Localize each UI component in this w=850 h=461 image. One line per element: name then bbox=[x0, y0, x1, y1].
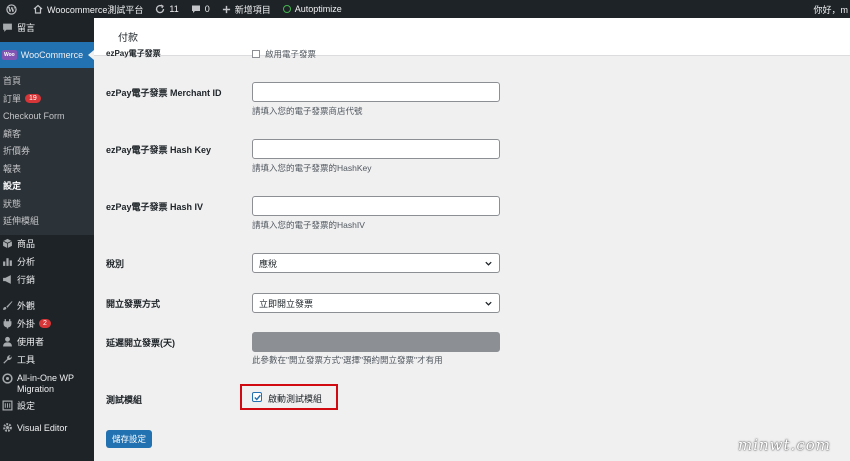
sidebar-item-appearance[interactable]: 外觀 bbox=[0, 297, 94, 315]
submenu-item-checkout-form[interactable]: Checkout Form bbox=[0, 107, 94, 125]
delay-days-input bbox=[252, 332, 500, 352]
box-icon bbox=[2, 238, 13, 249]
hash-key-label: ezPay電子發票 Hash Key bbox=[106, 145, 212, 155]
wordpress-logo-button[interactable]: W bbox=[0, 0, 27, 18]
settings-sliders-icon bbox=[2, 400, 13, 411]
submenu-item-status[interactable]: 狀態 bbox=[0, 195, 94, 213]
hash-key-input[interactable] bbox=[252, 139, 500, 159]
comments-count: 0 bbox=[204, 4, 210, 14]
settings-header: 付款 bbox=[94, 18, 850, 56]
user-greeting[interactable]: 你好，m bbox=[808, 0, 850, 18]
sidebar-item-users[interactable]: 使用者 bbox=[0, 333, 94, 351]
submenu-item-orders[interactable]: 訂單 19 bbox=[0, 90, 94, 108]
test-mode-label: 測試模組 bbox=[106, 395, 143, 405]
test-mode-checkbox[interactable] bbox=[252, 392, 262, 402]
delay-days-description: 此參數在"開立發票方式"選擇"預約開立發票"才有用 bbox=[252, 355, 443, 365]
site-name: Woocommerce測試平台 bbox=[47, 4, 144, 15]
autoptimize-label: Autoptimize bbox=[294, 4, 342, 14]
watermark: minwt.com bbox=[738, 436, 831, 454]
plus-icon bbox=[222, 5, 230, 13]
paintbrush-icon bbox=[3, 301, 13, 310]
autoptimize-link[interactable]: Autoptimize bbox=[277, 0, 348, 18]
issue-method-select[interactable]: 立即開立發票 bbox=[252, 293, 500, 313]
comments-link[interactable]: 0 bbox=[185, 0, 216, 18]
submenu-item-coupons[interactable]: 折價券 bbox=[0, 142, 94, 160]
wordpress-icon: W bbox=[6, 3, 17, 15]
sidebar-item-marketing[interactable]: 行銷 bbox=[0, 271, 94, 289]
status-circle-icon bbox=[282, 5, 291, 13]
sidebar-item-all-in-one-migration[interactable]: All-in-One WP Migration bbox=[0, 369, 94, 397]
submenu-item-extensions[interactable]: 延伸模組 bbox=[0, 212, 94, 230]
sidebar-item-settings[interactable]: 設定 bbox=[0, 397, 94, 415]
merchant-id-label: ezPay電子發票 Merchant ID bbox=[106, 88, 222, 98]
hash-iv-label: ezPay電子發票 Hash IV bbox=[106, 202, 204, 212]
svg-text:W: W bbox=[7, 5, 16, 13]
checkmark-icon bbox=[254, 394, 261, 401]
hash-iv-input[interactable] bbox=[252, 196, 500, 216]
tax-type-label: 稅別 bbox=[106, 259, 125, 269]
comment-icon bbox=[3, 23, 12, 32]
migration-icon bbox=[2, 372, 13, 384]
megaphone-icon bbox=[3, 275, 11, 284]
enable-invoice-checkbox[interactable] bbox=[252, 50, 260, 58]
orders-count-badge: 19 bbox=[25, 93, 41, 103]
merchant-id-description: 請填入您的電子發票商店代號 bbox=[252, 106, 363, 116]
chevron-down-icon bbox=[485, 301, 492, 306]
submenu-item-customers[interactable]: 顧客 bbox=[0, 125, 94, 143]
plug-icon bbox=[3, 319, 12, 329]
admin-bar: W Woocommerce測試平台 11 0 新增項目 Autoptimize … bbox=[0, 0, 850, 18]
tab-payments[interactable]: 付款 bbox=[118, 29, 138, 44]
save-settings-button[interactable]: 儲存設定 bbox=[106, 430, 152, 448]
user-icon bbox=[3, 336, 12, 347]
submenu-item-home[interactable]: 首頁 bbox=[0, 72, 94, 90]
sidebar-item-products[interactable]: 商品 bbox=[0, 235, 94, 253]
partial-row-checkbox[interactable]: 啟用電子發票 bbox=[252, 48, 316, 60]
site-name-link[interactable]: Woocommerce測試平台 bbox=[27, 0, 149, 18]
bar-chart-icon bbox=[3, 258, 12, 266]
chevron-down-icon bbox=[485, 261, 492, 266]
greeting-text: 你好，m bbox=[813, 4, 849, 15]
submenu-item-reports[interactable]: 報表 bbox=[0, 160, 94, 178]
woocommerce-submenu: 首頁 訂單 19 Checkout Form 顧客 折價券 報表 設定 狀態 延伸… bbox=[0, 68, 94, 235]
gear-icon bbox=[3, 423, 12, 432]
tax-type-select[interactable]: 應稅 bbox=[252, 253, 500, 273]
wrench-icon bbox=[3, 355, 12, 364]
updates-count: 11 bbox=[169, 4, 179, 14]
sidebar-item-tools[interactable]: 工具 bbox=[0, 351, 94, 369]
issue-method-label: 開立發票方式 bbox=[106, 299, 161, 309]
updates-link[interactable]: 11 bbox=[149, 0, 184, 18]
sidebar-item-comments[interactable]: 留言 bbox=[0, 18, 94, 36]
sidebar-item-plugins[interactable]: 外掛 2 bbox=[0, 315, 94, 333]
submenu-item-settings[interactable]: 設定 bbox=[0, 177, 94, 195]
hash-iv-description: 請填入您的電子發票的HashIV bbox=[252, 220, 365, 230]
sidebar-item-analytics[interactable]: 分析 bbox=[0, 253, 94, 271]
new-item-label: 新增項目 bbox=[234, 4, 271, 15]
new-item-link[interactable]: 新增項目 bbox=[216, 0, 277, 18]
woocommerce-icon: Woo bbox=[2, 50, 17, 60]
merchant-id-input[interactable] bbox=[252, 82, 500, 102]
delay-days-label: 延遲開立發票(天) bbox=[106, 338, 175, 348]
sidebar-item-visual-editor[interactable]: Visual Editor bbox=[0, 419, 94, 437]
home-icon bbox=[33, 4, 43, 14]
partial-row-label: ezPay電子發票 bbox=[106, 49, 161, 58]
sidebar-item-woocommerce[interactable]: Woo WooCommerce bbox=[0, 42, 94, 68]
hash-key-description: 請填入您的電子發票的HashKey bbox=[252, 163, 372, 173]
plugins-count-badge: 2 bbox=[39, 319, 51, 328]
admin-sidebar: 留言 Woo WooCommerce 首頁 訂單 19 Checkout Form… bbox=[0, 18, 94, 461]
test-mode-checkbox-label[interactable]: 啟動測試模組 bbox=[268, 392, 322, 405]
comment-icon bbox=[191, 5, 200, 13]
refresh-icon bbox=[156, 4, 165, 14]
